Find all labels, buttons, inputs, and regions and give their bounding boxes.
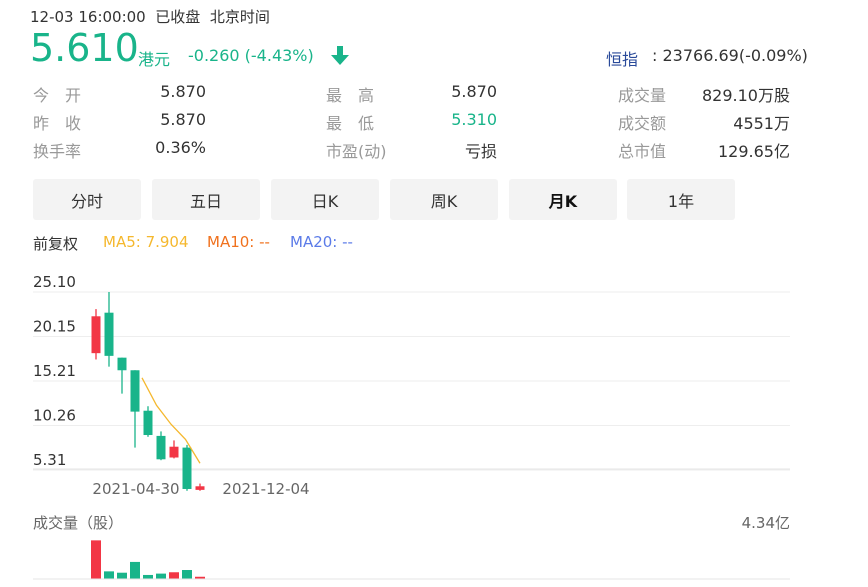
volume-bar bbox=[143, 574, 153, 579]
candle-body bbox=[182, 447, 192, 489]
volume-bar bbox=[104, 571, 114, 579]
volume-bar bbox=[169, 572, 179, 579]
y-tick-label: 15.21 bbox=[33, 362, 76, 380]
y-tick-label: 10.26 bbox=[33, 407, 76, 425]
y-tick-label: 5.31 bbox=[33, 451, 66, 469]
volume-bar bbox=[130, 561, 140, 579]
candle-body bbox=[169, 446, 179, 458]
candle-body bbox=[130, 370, 140, 412]
x-tick-label: 2021-04-30 bbox=[92, 480, 179, 498]
volume-panel-title: 成交量（股） bbox=[33, 514, 124, 532]
candle-body bbox=[156, 435, 166, 460]
kline-chart[interactable]: 25.10 20.15 15.21 10.26 5.31 2021-04-30 2021-1… bbox=[0, 0, 868, 587]
volume-panel-max: 4.34亿 bbox=[741, 514, 790, 532]
volume-bar bbox=[182, 570, 192, 579]
y-tick-label: 20.15 bbox=[33, 318, 76, 336]
candle-body bbox=[91, 316, 101, 354]
candle-body bbox=[117, 357, 127, 371]
candle-body bbox=[195, 486, 205, 490]
candle-body bbox=[104, 312, 114, 356]
volume-bar bbox=[156, 573, 166, 579]
candle-body bbox=[143, 410, 153, 436]
x-tick-label: 2021-12-04 bbox=[222, 480, 309, 498]
y-tick-label: 25.10 bbox=[33, 273, 76, 291]
volume-bar bbox=[91, 540, 101, 579]
volume-bar bbox=[117, 572, 127, 579]
